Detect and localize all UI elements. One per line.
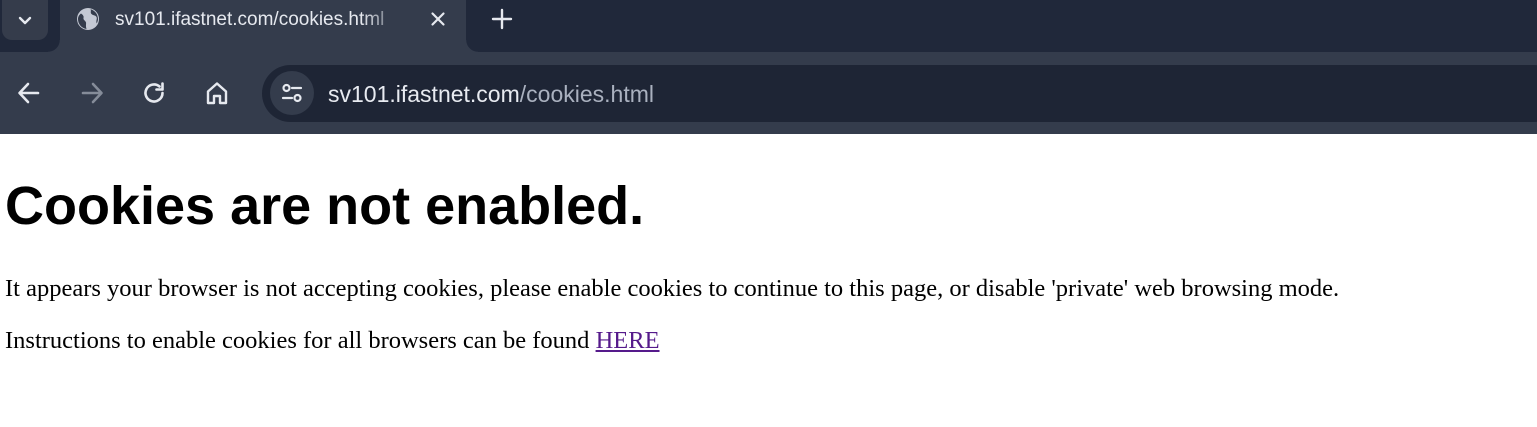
cookies-warning-paragraph: It appears your browser is not accepting… <box>5 275 1340 302</box>
close-icon <box>431 12 445 26</box>
chevron-down-icon <box>18 16 32 25</box>
instructions-link[interactable]: HERE <box>596 327 660 354</box>
instructions-paragraph: Instructions to enable cookies for all b… <box>5 325 660 357</box>
active-tab[interactable]: sv101.ifastnet.com/cookies.html <box>48 0 478 52</box>
home-button[interactable] <box>202 78 232 108</box>
back-button[interactable] <box>14 78 44 108</box>
arrow-left-icon <box>18 82 40 104</box>
page-title: Cookies are not enabled. <box>5 176 645 236</box>
arrow-right-icon <box>81 82 103 104</box>
globe-icon <box>77 8 99 30</box>
tab-title: sv101.ifastnet.com/cookies.html <box>115 9 385 30</box>
forward-button[interactable] <box>77 78 107 108</box>
url-path: /cookies.html <box>519 81 654 107</box>
reload-icon <box>144 82 164 103</box>
new-tab-button[interactable] <box>489 6 515 32</box>
url-host: sv101.ifastnet.com <box>328 81 520 107</box>
tab-strip: sv101.ifastnet.com/cookies.html <box>0 0 1537 52</box>
toolbar: sv101.ifastnet.com/cookies.html <box>0 52 1537 134</box>
reload-button[interactable] <box>139 78 169 108</box>
site-info-button[interactable] <box>270 71 314 115</box>
home-icon <box>206 82 228 105</box>
address-bar[interactable]: sv101.ifastnet.com/cookies.html <box>262 65 1537 122</box>
instructions-text: Instructions to enable cookies for all b… <box>5 327 596 354</box>
tab-search-button[interactable] <box>2 0 48 40</box>
browser-chrome: sv101.ifastnet.com/cookies.html sv101.if… <box>0 0 1537 134</box>
tune-icon <box>281 83 303 103</box>
url-text[interactable]: sv101.ifastnet.com/cookies.html <box>328 78 654 110</box>
plus-icon <box>491 8 513 30</box>
tab-close-button[interactable] <box>426 7 450 31</box>
page-content: Cookies are not enabled. It appears your… <box>0 134 1537 427</box>
